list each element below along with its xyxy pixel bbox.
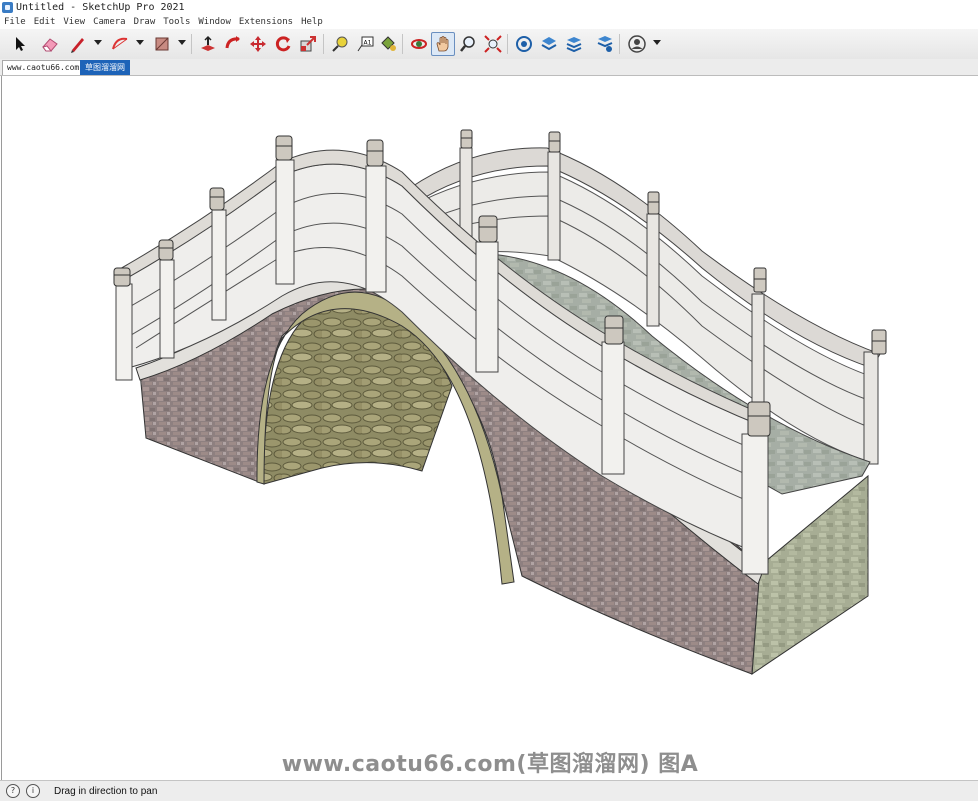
account-icon[interactable] <box>625 32 649 56</box>
menu-edit[interactable]: Edit <box>30 17 60 27</box>
menu-window[interactable]: Window <box>194 17 235 27</box>
main-toolbar: A1 <box>0 29 978 60</box>
scale-icon[interactable] <box>296 32 320 56</box>
layer-manager-icon[interactable] <box>562 32 586 56</box>
menu-tools[interactable]: Tools <box>159 17 194 27</box>
move-icon[interactable] <box>246 32 270 56</box>
svg-text:A1: A1 <box>364 40 372 47</box>
arc-dropdown-icon[interactable] <box>136 40 144 45</box>
arc-icon[interactable] <box>108 32 132 56</box>
sketchup-app-icon <box>2 2 13 13</box>
zoom-extents-icon[interactable] <box>481 32 505 56</box>
menu-extensions[interactable]: Extensions <box>235 17 297 27</box>
info-icon[interactable]: i <box>26 784 40 798</box>
menu-file[interactable]: File <box>0 17 30 27</box>
status-bar: ? i Drag in direction to pan <box>0 780 978 801</box>
scene-tab-active[interactable]: 草图溜溜网 <box>80 60 130 75</box>
rectangle-dropdown-icon[interactable] <box>178 40 186 45</box>
menu-bar: File Edit View Camera Draw Tools Window … <box>0 15 978 29</box>
account-dropdown-icon[interactable] <box>653 40 661 45</box>
paint-bucket-icon[interactable] <box>376 32 400 56</box>
orbit-icon[interactable] <box>407 32 431 56</box>
menu-camera[interactable]: Camera <box>89 17 130 27</box>
pencil-dropdown-icon[interactable] <box>94 40 102 45</box>
extension-manager-icon[interactable] <box>593 32 617 56</box>
menu-draw[interactable]: Draw <box>130 17 160 27</box>
zoom-icon[interactable] <box>456 32 480 56</box>
text-label-icon[interactable]: A1 <box>353 32 377 56</box>
eraser-icon[interactable] <box>38 32 62 56</box>
pan-hand-icon[interactable] <box>431 32 455 56</box>
model-viewport[interactable]: www.caotu66.com(草图溜溜网) 图A <box>1 76 978 780</box>
scene-tab-caotu[interactable]: www.caotu66.com <box>2 60 85 75</box>
push-pull-icon[interactable] <box>196 32 220 56</box>
rotate-icon[interactable] <box>271 32 295 56</box>
menu-view[interactable]: View <box>59 17 89 27</box>
pencil-line-icon[interactable] <box>66 32 90 56</box>
title-bar: Untitled - SketchUp Pro 2021 <box>0 0 978 16</box>
select-arrow-icon[interactable] <box>8 32 32 56</box>
window-title: Untitled - SketchUp Pro 2021 <box>16 2 185 13</box>
viewport-watermark: www.caotu66.com(草图溜溜网) 图A <box>281 752 699 777</box>
bridge-model-render <box>113 129 887 675</box>
follow-me-icon[interactable] <box>221 32 245 56</box>
rectangle-icon[interactable] <box>150 32 174 56</box>
extension-warehouse-icon[interactable] <box>537 32 561 56</box>
tape-measure-icon[interactable] <box>328 32 352 56</box>
menu-help[interactable]: Help <box>297 17 327 27</box>
3d-warehouse-icon[interactable] <box>512 32 536 56</box>
status-message: Drag in direction to pan <box>54 785 158 797</box>
geo-location-icon[interactable]: ? <box>6 784 20 798</box>
scene-tab-strip: www.caotu66.com 草图溜溜网 <box>0 59 978 76</box>
